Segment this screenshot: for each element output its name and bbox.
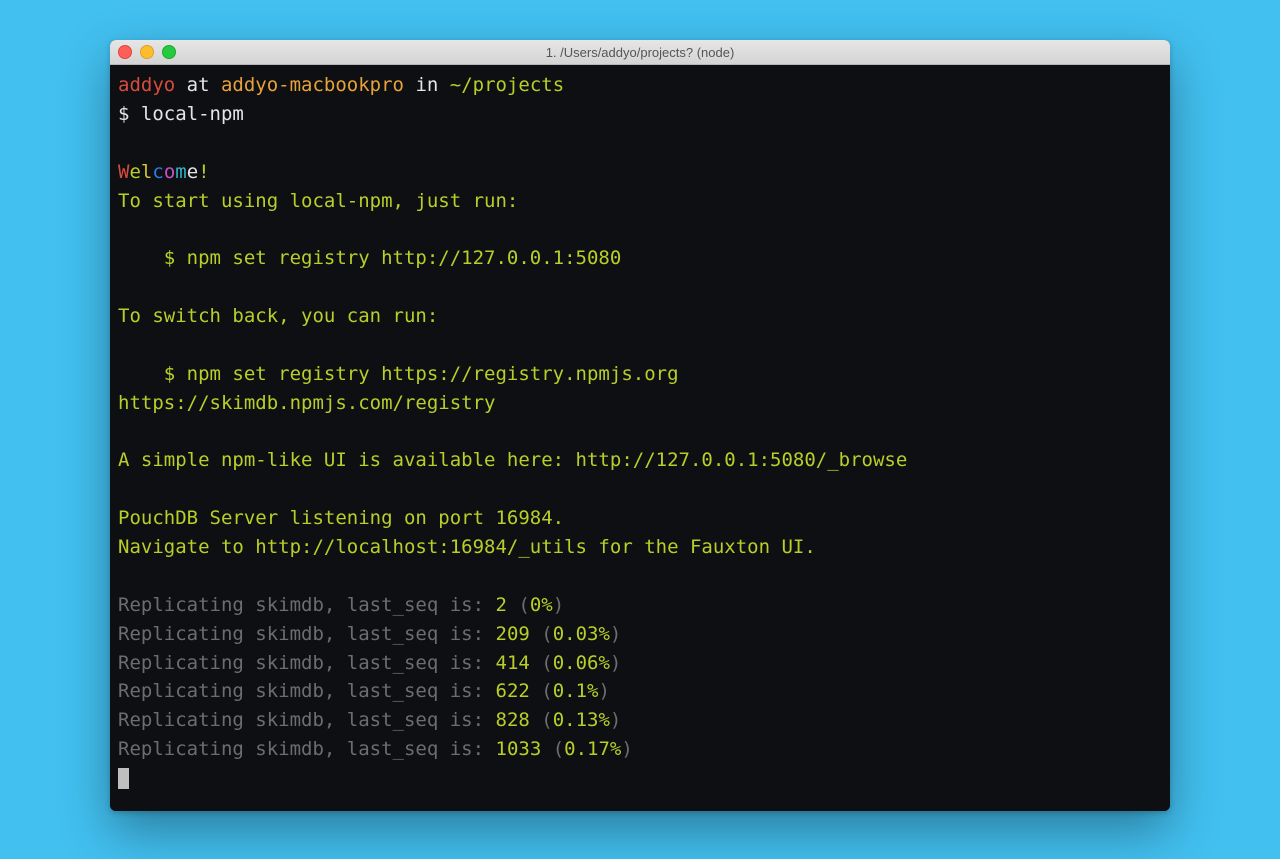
- welcome-letter: e: [129, 161, 140, 183]
- replication-prefix: Replicating skimdb, last_seq is:: [118, 738, 496, 760]
- minimize-icon[interactable]: [140, 45, 154, 59]
- zoom-icon[interactable]: [162, 45, 176, 59]
- replication-seq: 622: [496, 680, 530, 702]
- replication-prefix: Replicating skimdb, last_seq is:: [118, 680, 496, 702]
- replication-seq: 2: [496, 594, 507, 616]
- replication-pct: 0.17%: [564, 738, 621, 760]
- paren-open: (: [530, 623, 553, 645]
- start-hint: To start using local-npm, just run:: [118, 190, 518, 212]
- replication-pct: 0.03%: [553, 623, 610, 645]
- prompt-at: at: [175, 74, 221, 96]
- traffic-lights: [118, 45, 176, 59]
- paren-close: ): [610, 709, 621, 731]
- set-registry-local: $ npm set registry http://127.0.0.1:5080: [118, 247, 621, 269]
- paren-close: ): [621, 738, 632, 760]
- close-icon[interactable]: [118, 45, 132, 59]
- replication-seq: 414: [496, 652, 530, 674]
- prompt-path: ~/projects: [450, 74, 564, 96]
- pouchdb-listening: PouchDB Server listening on port 16984.: [118, 507, 564, 529]
- skimdb-url: https://skimdb.npmjs.com/registry: [118, 392, 496, 414]
- welcome-letter: W: [118, 161, 129, 183]
- replication-prefix: Replicating skimdb, last_seq is:: [118, 594, 496, 616]
- welcome-letter: m: [175, 161, 186, 183]
- paren-close: ): [553, 594, 564, 616]
- prompt-user: addyo: [118, 74, 175, 96]
- terminal-window: 1. /Users/addyo/projects? (node) addyo a…: [110, 40, 1170, 811]
- prompt-symbol: $: [118, 103, 141, 125]
- window-titlebar[interactable]: 1. /Users/addyo/projects? (node): [110, 40, 1170, 65]
- prompt-command: local-npm: [141, 103, 244, 125]
- welcome-letter: !: [198, 161, 209, 183]
- replication-seq: 209: [496, 623, 530, 645]
- cursor-icon: [118, 768, 129, 789]
- paren-close: ): [598, 680, 609, 702]
- paren-open: (: [530, 680, 553, 702]
- replication-seq: 1033: [496, 738, 542, 760]
- paren-open: (: [507, 594, 530, 616]
- terminal-body[interactable]: addyo at addyo-macbookpro in ~/projects …: [110, 65, 1170, 811]
- replication-log: Replicating skimdb, last_seq is: 2 (0%) …: [118, 594, 633, 760]
- paren-open: (: [541, 738, 564, 760]
- replication-prefix: Replicating skimdb, last_seq is:: [118, 623, 496, 645]
- replication-prefix: Replicating skimdb, last_seq is:: [118, 709, 496, 731]
- replication-pct: 0.13%: [553, 709, 610, 731]
- window-title: 1. /Users/addyo/projects? (node): [110, 45, 1170, 60]
- welcome-letter: e: [187, 161, 198, 183]
- ui-hint: A simple npm-like UI is available here: …: [118, 449, 907, 471]
- prompt-in: in: [404, 74, 450, 96]
- welcome-text: Welcome!: [118, 161, 210, 183]
- paren-close: ): [610, 652, 621, 674]
- paren-open: (: [530, 652, 553, 674]
- replication-pct: 0%: [530, 594, 553, 616]
- welcome-letter: c: [152, 161, 163, 183]
- replication-pct: 0.06%: [553, 652, 610, 674]
- welcome-letter: l: [141, 161, 152, 183]
- prompt-host: addyo-macbookpro: [221, 74, 404, 96]
- paren-open: (: [530, 709, 553, 731]
- replication-prefix: Replicating skimdb, last_seq is:: [118, 652, 496, 674]
- welcome-letter: o: [164, 161, 175, 183]
- switch-back-hint: To switch back, you can run:: [118, 305, 438, 327]
- replication-seq: 828: [496, 709, 530, 731]
- replication-pct: 0.1%: [553, 680, 599, 702]
- fauxton-hint: Navigate to http://localhost:16984/_util…: [118, 536, 816, 558]
- set-registry-npm: $ npm set registry https://registry.npmj…: [118, 363, 679, 385]
- paren-close: ): [610, 623, 621, 645]
